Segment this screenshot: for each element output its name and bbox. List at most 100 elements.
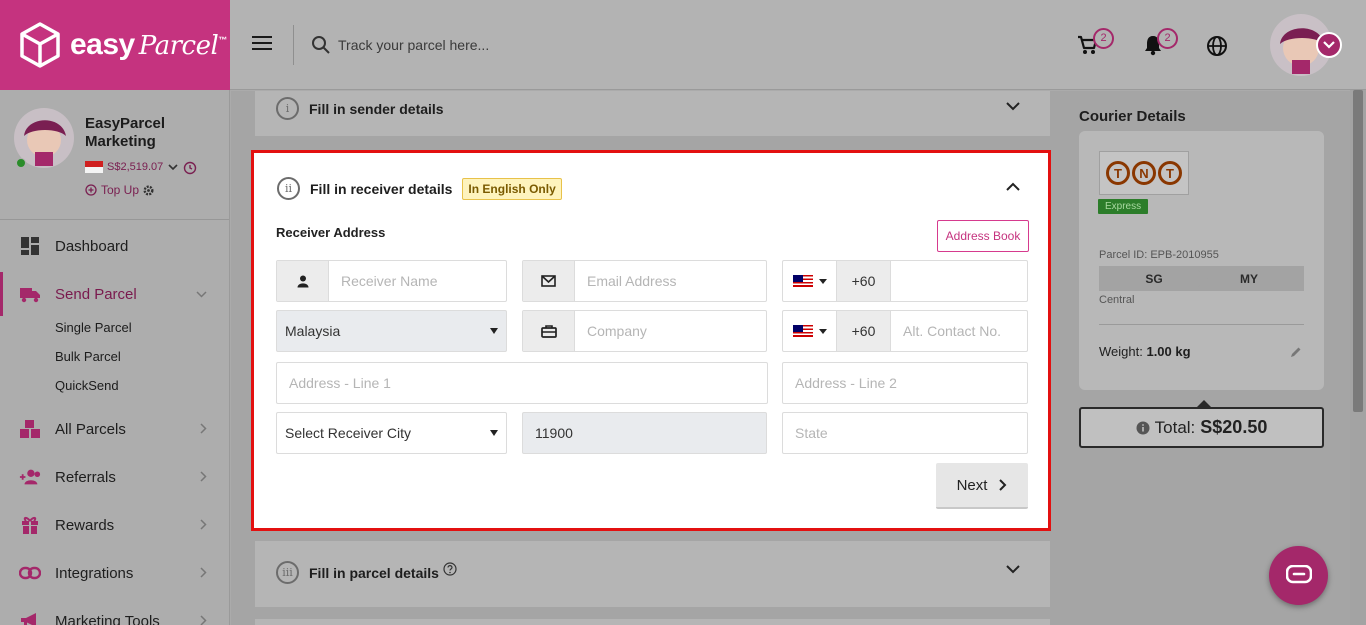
sidebar-item-all-parcels[interactable]: All Parcels [0,407,229,451]
brand-wordmark: easy Parcel™ [70,28,227,61]
chevron-down-icon[interactable] [1006,102,1020,111]
caret-down-icon [818,328,827,334]
chevron-down-icon [168,163,178,170]
state-input[interactable] [783,413,1027,453]
sender-step-panel[interactable]: i Fill in sender details [255,91,1050,136]
alt-contact-input[interactable] [891,311,1027,351]
sidebar-item-dashboard[interactable]: Dashboard [0,224,229,268]
chevron-right-icon [200,471,207,482]
caret-down-icon [490,430,498,436]
singapore-flag-icon [85,161,103,173]
weight-label: Weight: [1099,344,1143,359]
search-icon[interactable] [311,35,331,55]
postcode-input[interactable] [523,413,766,453]
courier-details-title: Courier Details [1079,108,1186,125]
chevron-right-icon [200,567,207,578]
chevron-right-icon [999,479,1007,491]
address-book-button[interactable]: Address Book [937,220,1029,252]
alt-phone-code: +60 [837,311,891,351]
city-value: Select Receiver City [285,425,412,441]
parcel-step-title: Fill in parcel details [309,564,439,581]
page-scrollbar[interactable] [1350,90,1366,625]
logo-letter: N [1132,161,1156,185]
globe-icon[interactable] [1206,35,1228,57]
track-parcel-search-input[interactable] [338,30,738,60]
sidebar-item-integrations[interactable]: Integrations [0,551,229,595]
parcel-id: Parcel ID: EPB-2010955 [1099,249,1219,261]
country-select[interactable]: Malaysia [276,310,507,352]
gear-icon[interactable] [143,185,154,196]
state-field [782,412,1028,454]
receiver-step-header: ii Fill in receiver details In English O… [277,177,562,200]
sender-step-header: i Fill in sender details [276,97,444,120]
account-dropdown-chevron-icon[interactable] [1316,32,1342,58]
company-input[interactable] [575,311,766,351]
link-icon [19,562,41,584]
sidebar-subitem-bulk-parcel[interactable]: Bulk Parcel [55,349,121,364]
company-field [522,310,767,352]
sidebar-item-referrals[interactable]: Referrals [0,455,229,499]
info-icon[interactable] [1136,421,1150,435]
sidebar-item-rewards[interactable]: Rewards [0,503,229,547]
service-badge: Express [1098,199,1149,214]
sidebar-item-label: Marketing Tools [55,612,160,625]
alarm-clock-icon [184,161,197,175]
postcode-field [522,412,767,454]
main-content: i Fill in sender details ii Fill in rece… [231,91,1350,625]
cube-logo-icon [20,22,60,68]
sidebar-item-label: All Parcels [55,420,126,438]
origin-region: Central [1099,294,1135,306]
sidebar-item-marketing-tools[interactable]: Marketing Tools [0,599,229,625]
brand-logo[interactable]: easy Parcel™ [0,0,230,90]
online-status-dot [16,158,26,168]
help-circle-icon[interactable] [443,561,457,576]
sender-step-title: Fill in sender details [309,100,444,117]
top-up-label: Top Up [101,183,140,197]
megaphone-icon [19,610,41,625]
address-line2-field [782,362,1028,404]
sidebar-item-label: Integrations [55,564,134,582]
caret-down-icon [818,278,827,284]
pencil-icon[interactable] [1290,346,1302,358]
alt-phone-field: +60 [782,310,1028,352]
chat-icon [1285,564,1312,583]
scrollbar-thumb[interactable] [1353,90,1363,412]
wallet-balance[interactable]: S$2,519.07 [85,159,198,175]
receiver-step-panel: ii Fill in receiver details In English O… [251,150,1051,531]
truck-icon [19,283,41,305]
sidebar-subitem-single-parcel[interactable]: Single Parcel [55,320,132,335]
email-input[interactable] [575,261,766,301]
address-line1-input[interactable] [277,363,767,403]
alt-phone-country-selector[interactable] [783,311,837,351]
route-indicator: SG MY [1099,266,1304,291]
phone-country-selector[interactable] [783,261,837,301]
sidebar-item-label: Dashboard [55,237,129,255]
step-number: i [276,97,299,120]
chevron-up-icon[interactable] [1006,182,1020,191]
briefcase-icon [523,311,575,351]
envelope-icon [523,261,575,301]
address-line2-input[interactable] [783,363,1027,403]
phone-input[interactable] [891,261,1027,301]
sidebar-subitem-quicksend[interactable]: QuickSend [55,378,119,393]
receiver-name-input[interactable] [329,261,506,301]
logo-letter: T [1106,161,1130,185]
next-step-panel-edge [255,619,1050,625]
receiver-city-select[interactable]: Select Receiver City [276,412,507,454]
chevron-right-icon [200,519,207,530]
top-bar: 2 2 [230,0,1366,90]
profile-name: EasyParcel Marketing [85,115,166,150]
chevron-down-icon[interactable] [1006,565,1020,574]
caret-down-icon [490,328,498,334]
hamburger-menu-icon[interactable] [252,36,272,52]
next-button[interactable]: Next [936,463,1028,509]
email-field [522,260,767,302]
logo-letter: T [1158,161,1182,185]
sidebar-item-send-parcel[interactable]: Send Parcel [0,272,229,316]
dashboard-icon [19,235,41,257]
english-only-tag: In English Only [462,177,562,200]
weight-value: 1.00 kg [1146,344,1191,359]
top-up-link[interactable]: Top Up [85,183,154,197]
chat-button[interactable] [1269,546,1328,605]
parcel-step-panel[interactable]: iii Fill in parcel details [255,541,1050,607]
